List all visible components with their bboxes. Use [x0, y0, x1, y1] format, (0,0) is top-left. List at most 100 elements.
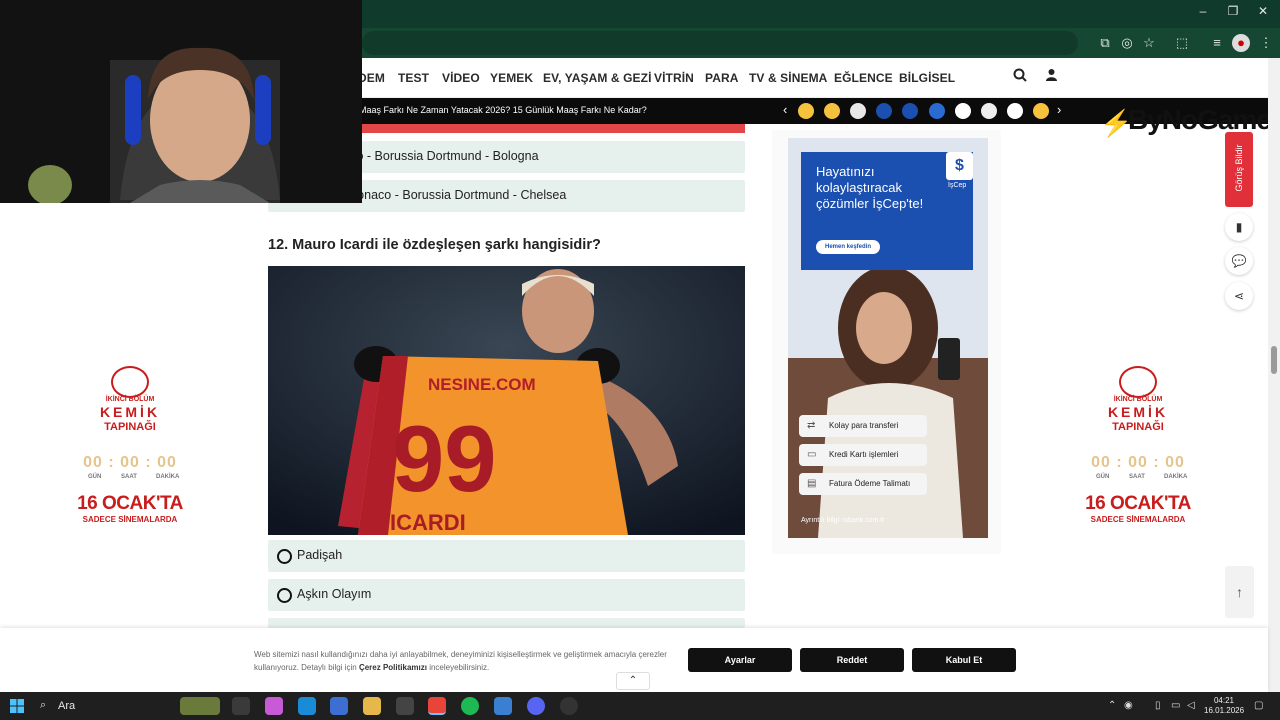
promo-title-line2: KEMİK	[1107, 404, 1169, 420]
promo-label-day: GÜN	[88, 474, 102, 480]
chrome-icon[interactable]	[428, 697, 446, 715]
feedback-button[interactable]: Görüş Bildir	[1225, 132, 1253, 207]
promo-title-line3: TAPINAĞI	[1112, 421, 1164, 433]
taskbar-search-label[interactable]: Ara	[58, 700, 75, 712]
option-2[interactable]: Aşkın Olayım	[268, 579, 745, 611]
brand-icon-3[interactable]	[929, 103, 945, 119]
promo-date: 16 OCAK'TA	[77, 493, 183, 514]
emoji-laugh-icon[interactable]	[824, 103, 840, 119]
movie-promo-right[interactable]: İKİNCİ BÖLÜM KEMİK TAPINAĞI 00 : 00 : 00…	[1078, 366, 1198, 536]
eye-off-icon[interactable]: ◎	[1118, 34, 1136, 52]
discord-icon[interactable]	[527, 697, 545, 715]
page-scrollbar[interactable]	[1268, 58, 1280, 692]
file-explorer-icon[interactable]	[363, 697, 381, 715]
isbank-icon[interactable]	[902, 103, 918, 119]
question-title: 12. Mauro Icardi ile özdeşleşen şarkı ha…	[268, 237, 601, 253]
app-icon-2[interactable]	[560, 697, 578, 715]
promo-title-line1: İKİNCİ BÖLÜM	[1113, 396, 1163, 403]
edge-icon[interactable]	[298, 697, 316, 715]
bookmark-star-icon[interactable]: ☆	[1140, 34, 1158, 52]
promo-date: 16 OCAK'TA	[1085, 493, 1191, 514]
chevron-left-icon[interactable]: ‹	[783, 102, 787, 117]
xbox-icon[interactable]	[396, 697, 414, 715]
nav-item-tv-sinema[interactable]: TV & SİNEMA	[749, 71, 827, 85]
windows-taskbar: ⌕ Ara ⌃ ◉ ▯ ▭ ◁ 04:21 16.01.2026 ▢	[0, 692, 1280, 720]
taskbar-time: 04:21	[1213, 696, 1235, 705]
emoji-grin-icon[interactable]	[1033, 103, 1049, 119]
movie-promo-left[interactable]: İKİNCİ BÖLÜM KEMİK TAPINAĞI 00 : 00 : 00…	[70, 366, 190, 536]
brand-icon-2[interactable]	[876, 103, 892, 119]
chevron-right-icon[interactable]: ›	[1057, 102, 1061, 117]
option-1[interactable]: Padişah	[268, 540, 745, 572]
nav-item-video[interactable]: VİDEO	[442, 71, 480, 85]
nav-item-para[interactable]: PARA	[705, 71, 739, 85]
nav-item-yemek[interactable]: YEMEK	[490, 71, 533, 85]
promo-timer: 00 : 00 : 00	[83, 454, 177, 471]
address-bar[interactable]	[362, 31, 1078, 55]
extensions-icon[interactable]: ⬚	[1173, 34, 1191, 52]
network-icon[interactable]: ▭	[1171, 700, 1180, 711]
emoji-sad-icon[interactable]	[798, 103, 814, 119]
search-icon[interactable]	[1013, 68, 1027, 86]
nav-item-bilgisel[interactable]: BİLGİSEL	[899, 71, 955, 85]
taskbar-clock[interactable]: 04:21 16.01.2026	[1204, 696, 1244, 716]
brand-icon-4[interactable]	[981, 103, 997, 119]
scroll-to-top-button[interactable]: ↑	[1225, 566, 1254, 618]
cookie-settings-button[interactable]: Ayarlar	[688, 648, 792, 672]
promo-title-line2: KEMİK	[99, 404, 161, 420]
promo-label-minute: DAKİKA	[1164, 474, 1188, 480]
webcam-overlay	[0, 0, 362, 203]
app-icon-1[interactable]	[494, 697, 512, 715]
ad-cta-button[interactable]: Hemen keşfedin	[816, 240, 880, 254]
nav-item-test[interactable]: TEST	[398, 71, 429, 85]
store-icon[interactable]	[330, 697, 348, 715]
comments-icon[interactable]: 💬	[1225, 247, 1253, 275]
minimize-button[interactable]: –	[1188, 4, 1218, 18]
radio-icon[interactable]	[277, 588, 292, 603]
tray-chevron-icon[interactable]: ⌃	[1108, 700, 1116, 711]
card-icon: ▭	[807, 449, 817, 460]
ad-footer: Ayrıntılı bilgi: isbank.com.tr	[801, 517, 885, 524]
widgets-icon[interactable]	[180, 697, 220, 715]
news-headline[interactable]: Maaş Farkı Ne Zaman Yatacak 2026? 15 Gün…	[359, 105, 647, 115]
isbank-ad[interactable]: Hayatınızı kolaylaştıracak çözümler İşCe…	[788, 138, 988, 538]
biohazard-seal-icon	[111, 366, 149, 398]
windows-start-icon[interactable]	[10, 699, 24, 713]
brand-icon-1[interactable]	[850, 103, 866, 119]
option-3[interactable]	[268, 618, 745, 628]
volume-icon[interactable]: ◁	[1187, 700, 1195, 711]
cross-icon[interactable]	[955, 103, 971, 119]
nav-item-vitrin[interactable]: VİTRİN	[654, 71, 694, 85]
ad-feature-2-label: Kredi Kartı işlemleri	[829, 450, 899, 459]
menu-icon[interactable]: ⋮	[1257, 34, 1275, 52]
scrollbar-thumb[interactable]	[1271, 346, 1277, 374]
chevron-up-icon[interactable]: ⌃	[616, 672, 650, 690]
shirt-sponsor-text: NESINE.COM	[428, 375, 536, 394]
ad-feature-1-label: Kolay para transferi	[829, 421, 899, 430]
cookie-accept-button[interactable]: Kabul Et	[912, 648, 1016, 672]
tray-usb-icon[interactable]: ▯	[1155, 700, 1161, 711]
media-icon[interactable]: ≡	[1208, 34, 1226, 52]
bookmark-icon[interactable]: ▮	[1225, 213, 1253, 241]
spotify-icon[interactable]	[461, 697, 479, 715]
bynogame-mark-icon: ⚡	[1100, 108, 1133, 138]
tray-app-icon[interactable]: ◉	[1124, 700, 1133, 711]
nav-item-dem[interactable]: DEM	[358, 71, 385, 85]
restore-button[interactable]: ❐	[1218, 4, 1248, 18]
close-button[interactable]: ✕	[1248, 4, 1278, 18]
copilot-icon[interactable]	[265, 697, 283, 715]
task-view-icon[interactable]	[232, 697, 250, 715]
user-icon[interactable]	[1045, 68, 1058, 86]
streamer-webcam-image	[0, 0, 362, 203]
share-icon[interactable]: ⋖	[1225, 282, 1253, 310]
notifications-icon[interactable]: ▢	[1254, 700, 1263, 711]
cookie-reject-button[interactable]: Reddet	[800, 648, 904, 672]
install-icon[interactable]: ⧉	[1096, 34, 1114, 52]
radio-icon[interactable]	[277, 549, 292, 564]
nav-item-eglence[interactable]: EĞLENCE	[834, 71, 893, 85]
nav-item-ev-yasam[interactable]: EV, YAŞAM & GEZİ	[543, 71, 652, 85]
ok-icon[interactable]	[1007, 103, 1023, 119]
cookie-policy-link[interactable]: Çerez Politikamızı	[359, 663, 427, 672]
search-icon[interactable]: ⌕	[40, 699, 46, 712]
profile-avatar[interactable]: ●	[1232, 34, 1250, 52]
